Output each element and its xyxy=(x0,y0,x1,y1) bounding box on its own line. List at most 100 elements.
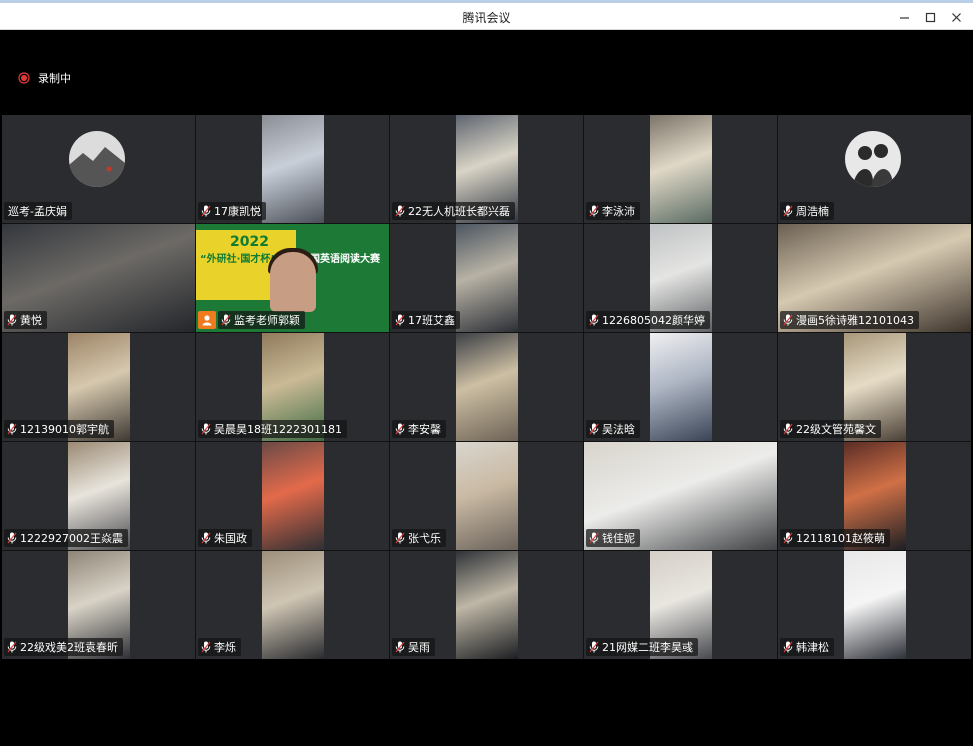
mic-muted-icon xyxy=(783,641,793,653)
participant-tile[interactable]: 17班艾鑫 xyxy=(390,224,583,332)
video-feed xyxy=(456,442,518,550)
title-bar: 腾讯会议 xyxy=(0,3,973,30)
mic-muted-icon xyxy=(589,314,599,326)
mic-muted-icon xyxy=(589,205,599,217)
participant-tile[interactable]: 钱佳妮 xyxy=(584,442,777,550)
participant-tile[interactable]: 22级戏美2班袁春昕 xyxy=(2,551,195,659)
window-title: 腾讯会议 xyxy=(462,11,511,25)
participant-name-label: 22无人机班长都兴磊 xyxy=(392,202,515,220)
participant-name-label: 李安馨 xyxy=(392,420,446,438)
participant-name-label: 1222927002王焱震 xyxy=(4,529,128,547)
close-button[interactable] xyxy=(943,6,969,28)
minimize-button[interactable] xyxy=(891,6,917,28)
participant-name-label: 李泳沛 xyxy=(586,202,640,220)
participant-name-label: 钱佳妮 xyxy=(586,529,640,547)
mic-muted-icon xyxy=(783,205,793,217)
mic-muted-icon xyxy=(201,532,211,544)
participant-name: 22无人机班长都兴磊 xyxy=(408,205,510,218)
video-feed xyxy=(456,551,518,659)
participant-tile[interactable]: 李烁 xyxy=(196,551,389,659)
participant-name-label: 22级文管苑馨文 xyxy=(780,420,881,438)
maximize-icon xyxy=(925,12,935,22)
participant-tile[interactable]: 李安馨 xyxy=(390,333,583,441)
participant-tile[interactable]: 李泳沛 xyxy=(584,115,777,223)
participant-name-label: 李烁 xyxy=(198,638,241,656)
maximize-button[interactable] xyxy=(917,6,943,28)
mic-muted-icon xyxy=(783,423,793,435)
avatar xyxy=(69,131,125,187)
mic-muted-icon xyxy=(589,532,599,544)
mic-muted-icon xyxy=(395,423,405,435)
participant-tile[interactable]: 12139010郭宇航 xyxy=(2,333,195,441)
participant-tile[interactable]: 吴法晗 xyxy=(584,333,777,441)
video-feed xyxy=(844,551,906,659)
participant-name-label: 17班艾鑫 xyxy=(392,311,460,329)
participant-name-label: 监考老师郭颖 xyxy=(218,311,305,329)
participant-tile[interactable]: 吴雨 xyxy=(390,551,583,659)
participant-name: 12139010郭宇航 xyxy=(20,423,109,436)
participant-tile[interactable]: 周浩楠 xyxy=(778,115,971,223)
participant-name: 周浩楠 xyxy=(796,205,829,218)
participant-name: 17康凯悦 xyxy=(214,205,261,218)
participant-tile[interactable]: 漫画5徐诗雅12101043 xyxy=(778,224,971,332)
participant-name: 监考老师郭颖 xyxy=(234,314,300,327)
participant-tile[interactable]: 22级文管苑馨文 xyxy=(778,333,971,441)
close-icon xyxy=(951,12,961,22)
participant-name-label: 22级戏美2班袁春昕 xyxy=(4,638,123,656)
participant-name-label: 韩津松 xyxy=(780,638,834,656)
participant-name: 张弋乐 xyxy=(408,532,441,545)
participant-name: 22级文管苑馨文 xyxy=(796,423,876,436)
mic-muted-icon xyxy=(7,532,17,544)
video-feed xyxy=(262,551,324,659)
participant-name: 韩津松 xyxy=(796,641,829,654)
participant-name-label: 1226805042颜华婷 xyxy=(586,311,710,329)
mic-muted-icon xyxy=(201,423,211,435)
participant-name: 12118101赵筱萌 xyxy=(796,532,885,545)
participant-name-label: 12139010郭宇航 xyxy=(4,420,114,438)
participant-tile[interactable]: 黄悦 xyxy=(2,224,195,332)
participant-tile[interactable]: 巡考-孟庆娟 xyxy=(2,115,195,223)
participant-name-label: 吴法晗 xyxy=(586,420,640,438)
participant-tile[interactable]: 22无人机班长都兴磊 xyxy=(390,115,583,223)
participant-tile[interactable]: 12118101赵筱萌 xyxy=(778,442,971,550)
participant-name: 李烁 xyxy=(214,641,236,654)
mic-muted-icon xyxy=(783,532,793,544)
minimize-icon xyxy=(899,16,909,19)
participant-name-label: 漫画5徐诗雅12101043 xyxy=(780,311,919,329)
participant-tile[interactable]: 吴晨昊18班1222301181 xyxy=(196,333,389,441)
banner-title: “外研社·国才杯” xyxy=(200,254,277,265)
mic-muted-icon xyxy=(221,314,231,326)
participant-name-label: 黄悦 xyxy=(4,311,47,329)
participant-name-label: 吴晨昊18班1222301181 xyxy=(198,420,347,438)
participant-name: 李安馨 xyxy=(408,423,441,436)
meeting-view: 录制中 巡考-孟庆娟 17康凯悦 22无人机班长都兴磊 李泳沛 周浩楠黄悦 2022 “外研… xyxy=(1,30,972,746)
participant-tile[interactable]: 21网媒二班李昊彧 xyxy=(584,551,777,659)
mic-muted-icon xyxy=(395,532,405,544)
video-feed xyxy=(262,115,324,223)
participant-tile[interactable]: 2022 “外研社·国才杯” 全国英语阅读大赛 监考老师郭颖 xyxy=(196,224,389,332)
participant-tile[interactable]: 1222927002王焱震 xyxy=(2,442,195,550)
participant-tile[interactable]: 1226805042颜华婷 xyxy=(584,224,777,332)
participant-name-label: 17康凯悦 xyxy=(198,202,266,220)
participant-name: 吴晨昊18班1222301181 xyxy=(214,423,342,436)
video-feed xyxy=(262,442,324,550)
mic-muted-icon xyxy=(395,314,405,326)
participant-name: 黄悦 xyxy=(20,314,42,327)
recording-indicator[interactable]: 录制中 xyxy=(18,70,71,86)
participant-name: 吴法晗 xyxy=(602,423,635,436)
recording-label: 录制中 xyxy=(38,72,71,85)
participant-name-label: 周浩楠 xyxy=(780,202,834,220)
banner-year: 2022 xyxy=(230,234,269,250)
participant-name: 漫画5徐诗雅12101043 xyxy=(796,314,914,327)
video-feed xyxy=(456,224,518,332)
participant-tile[interactable]: 韩津松 xyxy=(778,551,971,659)
mic-muted-icon xyxy=(395,205,405,217)
participant-name: 巡考-孟庆娟 xyxy=(8,205,67,218)
participant-tile[interactable]: 张弋乐 xyxy=(390,442,583,550)
video-grid: 巡考-孟庆娟 17康凯悦 22无人机班长都兴磊 李泳沛 周浩楠黄悦 2022 “外研社·国才… xyxy=(2,115,971,659)
mic-muted-icon xyxy=(7,641,17,653)
participant-tile[interactable]: 朱国政 xyxy=(196,442,389,550)
video-feed xyxy=(650,333,712,441)
participant-name-label: 朱国政 xyxy=(198,529,252,547)
participant-tile[interactable]: 17康凯悦 xyxy=(196,115,389,223)
